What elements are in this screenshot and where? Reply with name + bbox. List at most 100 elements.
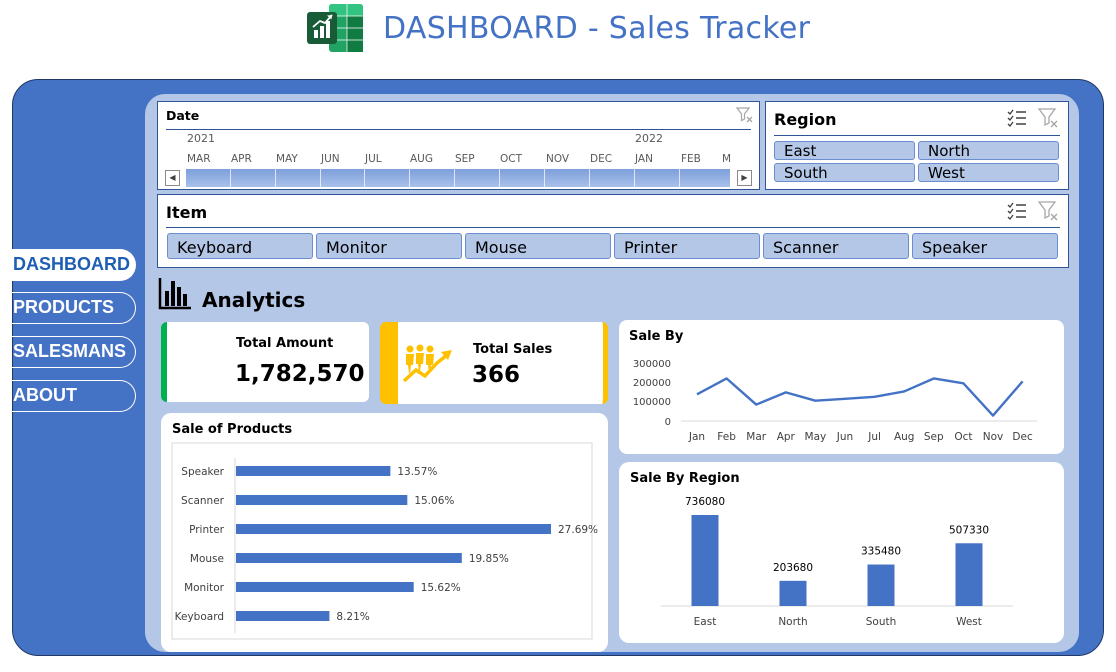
sale-of-products-chart: Speaker 13.57% Scanner 15.06% Printer 27.69% M… [171,442,598,640]
category-label: North [778,616,807,628]
page-title: DASHBOARD - Sales Tracker [383,10,811,46]
timeline-month[interactable]: APR [231,153,252,165]
category-label: Keyboard [175,611,224,623]
total-sales-value: 366 [472,362,521,388]
item-printer[interactable]: Printer [614,233,760,259]
region-bar [779,580,807,606]
category-label: East [694,616,717,628]
category-label: South [866,616,897,628]
data-label: 507330 [949,524,989,536]
category-label: Printer [189,524,225,536]
region-item-west[interactable]: West [918,163,1059,182]
region-bar [691,515,719,606]
divider [166,227,1060,228]
timeline-month[interactable]: JUL [365,153,382,165]
region-slicer-label: Region [774,110,837,129]
nav-about-button[interactable]: ABOUT [8,380,136,412]
clear-filter-icon[interactable] [1038,108,1058,128]
y-tick-label: 100000 [633,397,671,408]
timeline-month[interactable]: MAY [276,153,298,165]
timeline-month[interactable]: M [722,153,731,165]
data-label: 15.06% [414,495,454,507]
timeline-scroll-left-button[interactable]: ◀ [165,170,180,186]
x-tick-label: Dec [1012,431,1033,443]
timeline-tick [679,169,680,187]
x-tick-label: Jan [688,431,705,443]
multi-select-icon[interactable] [1007,202,1027,220]
timeline-month[interactable]: DEC [590,153,612,165]
timeline-tick [634,169,635,187]
region-slicer[interactable]: Region East North South West [765,101,1069,190]
nav-products-button[interactable]: PRODUCTS [8,292,136,324]
sale-by-chart: 300000 200000 100000 0 Jan Feb Mar Apr May Ju… [633,359,1037,443]
x-tick-label: Jul [867,431,881,443]
data-label: 8.21% [336,611,369,623]
total-sales-label: Total Sales [473,342,553,357]
y-tick-label: 200000 [633,378,671,389]
timeline-tick [454,169,455,187]
item-monitor[interactable]: Monitor [316,233,462,259]
x-tick-label: Aug [894,431,915,443]
category-label: Scanner [181,495,225,507]
region-item-east[interactable]: East [774,141,915,160]
timeline-month[interactable]: NOV [546,153,569,165]
region-bar [867,564,895,606]
x-tick-label: May [805,431,827,443]
region-item-south[interactable]: South [774,163,915,182]
date-slicer-label: Date [166,108,200,123]
timeline-tick [275,169,276,187]
timeline-year-2021: 2021 [187,132,215,145]
clear-filter-icon[interactable] [1038,201,1058,221]
timeline-month[interactable]: JUN [321,153,340,165]
category-label: West [956,616,982,628]
x-tick-label: Nov [983,431,1004,443]
timeline-month[interactable]: SEP [455,153,475,165]
clear-filter-icon[interactable] [736,107,754,123]
data-label: 15.62% [421,582,461,594]
multi-select-icon[interactable] [1007,109,1027,127]
category-label: Mouse [190,553,224,565]
timeline-month[interactable]: JAN [635,153,653,165]
timeline-tick [499,169,500,187]
item-keyboard[interactable]: Keyboard [167,233,313,259]
x-tick-label: Jun [836,431,853,443]
timeline-scroll-right-button[interactable]: ▶ [737,170,752,186]
timeline-month[interactable]: AUG [410,153,433,165]
sale-by-series-line [696,377,1024,417]
product-bar [236,524,551,534]
header: DASHBOARD - Sales Tracker [305,0,810,56]
region-item-north[interactable]: North [918,141,1059,160]
x-tick-label: Feb [717,431,736,443]
data-label: 203680 [773,562,813,574]
x-tick-label: Apr [777,431,796,443]
nav-salesmans-button[interactable]: SALESMANS [8,336,136,368]
timeline-month[interactable]: MAR [187,153,211,165]
excel-icon [307,4,363,52]
category-label: Speaker [181,466,224,478]
data-label: 736080 [685,496,725,508]
x-tick-label: Mar [746,431,766,443]
timeline-tick [589,169,590,187]
item-mouse[interactable]: Mouse [465,233,611,259]
item-speaker[interactable]: Speaker [912,233,1058,259]
timeline-tick [364,169,365,187]
y-tick-label: 300000 [633,359,671,370]
category-label: Monitor [184,582,225,594]
timeline-range-bar[interactable] [186,169,730,187]
product-bar [236,466,391,476]
product-bar [236,495,408,505]
timeline-month[interactable]: OCT [500,153,522,165]
item-scanner[interactable]: Scanner [763,233,909,259]
item-slicer[interactable]: Item Keyboard Monitor Mouse Printer Scan… [157,194,1069,268]
timeline-tick [320,169,321,187]
analytics-heading: Analytics [202,288,306,312]
data-label: 13.57% [397,466,437,478]
data-label: 27.69% [558,524,598,536]
timeline-month[interactable]: FEB [681,153,701,165]
y-tick-label: 0 [665,417,671,428]
item-slicer-label: Item [166,203,208,222]
data-label: 335480 [861,546,901,558]
divider [774,135,1060,136]
nav-dashboard-button[interactable]: DASHBOARD [8,249,136,281]
product-bar [236,553,462,563]
